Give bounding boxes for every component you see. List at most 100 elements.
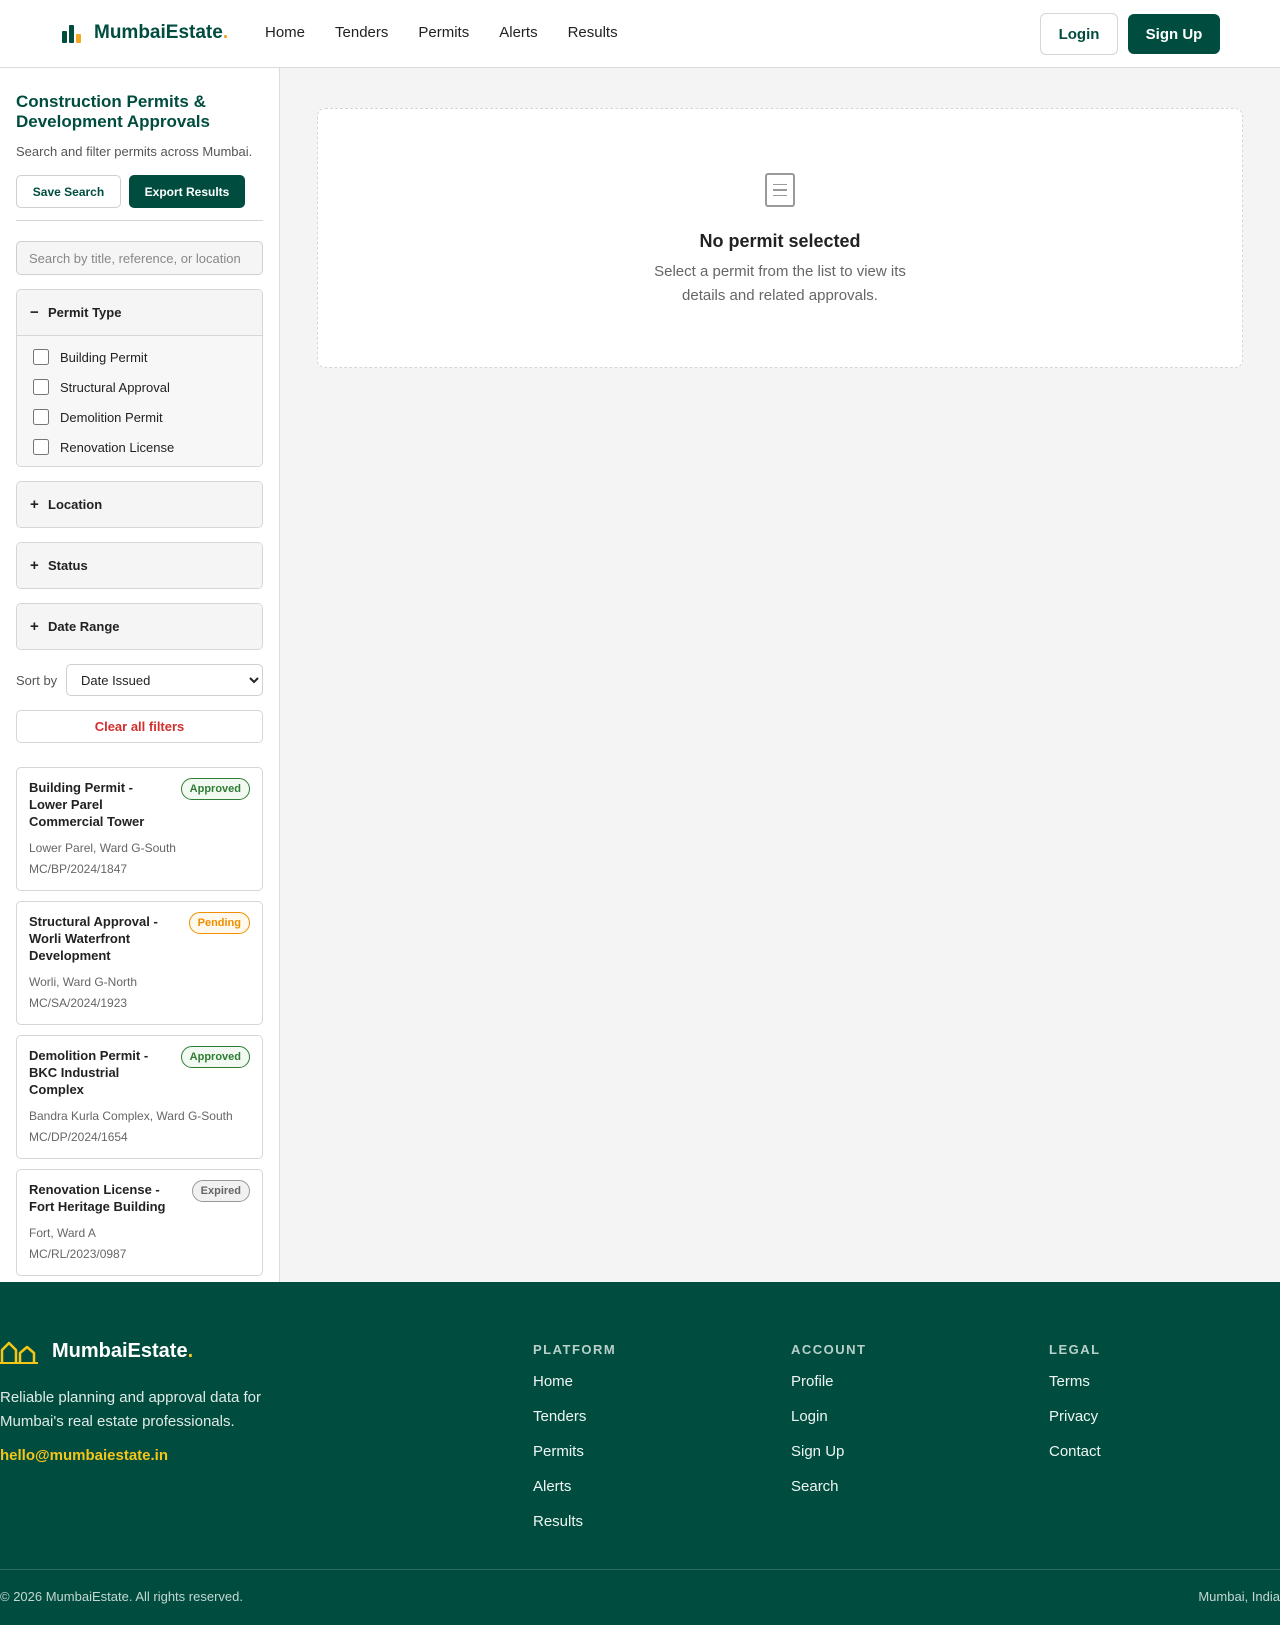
footer-brand: MumbaiEstate. [0,1338,193,1364]
permit-title: Demolition Permit - BKC Industrial Compl… [29,1048,149,1097]
save-search-button[interactable]: Save Search [16,175,121,208]
document-icon [765,173,795,207]
permit-location: Lower Parel, Ward G-South [29,841,176,855]
main-nav: Home Tenders Permits Alerts Results [265,24,648,41]
nav-results[interactable]: Results [568,24,618,41]
footer-link-alerts[interactable]: Alerts [533,1478,616,1513]
top-header: MumbaiEstate. Home Tenders Permits Alert… [0,0,1280,68]
permit-reference: MC/SA/2024/1923 [29,996,128,1010]
permit-search-input[interactable] [16,241,263,275]
logo-text: MumbaiEstate. [94,22,229,43]
filter-permit-type-options: Building Permit Structural Approval Demo… [17,335,262,466]
signup-button[interactable]: Sign Up [1128,14,1220,54]
checkbox[interactable] [33,439,49,455]
nav-home[interactable]: Home [265,24,305,41]
permit-detail-area: No permit selected Select a permit from … [280,68,1280,1282]
footer-link-privacy[interactable]: Privacy [1049,1408,1101,1443]
footer-col-account: ACCOUNT Profile Login Sign Up Search [791,1342,867,1513]
permit-location: Bandra Kurla Complex, Ward G-South [29,1109,233,1123]
filter-date-range-toggle[interactable]: + Date Range [17,604,262,649]
bar-chart-icon [62,23,81,43]
empty-state-text: Select a permit from the list to view it… [654,263,906,304]
filter-label: Date Range [48,619,120,634]
clear-filters-button[interactable]: Clear all filters [16,710,263,743]
nav-permits[interactable]: Permits [418,24,469,41]
permit-reference: MC/DP/2024/1654 [29,1130,128,1144]
site-footer: MumbaiEstate. Reliable planning and appr… [0,1282,1280,1625]
sidebar-title: Construction Permits & Development Appro… [16,92,210,131]
footer-link-contact[interactable]: Contact [1049,1443,1101,1478]
footer-link-home[interactable]: Home [533,1373,616,1408]
sort-label: Sort by [16,672,58,688]
option-building-permit[interactable]: Building Permit [33,342,246,372]
footer-divider [0,1569,1280,1570]
option-structural-approval[interactable]: Structural Approval [33,372,246,402]
nav-tenders[interactable]: Tenders [335,24,388,41]
checkbox[interactable] [33,409,49,425]
filter-sidebar: Construction Permits & Development Appro… [0,68,280,1282]
footer-heading: PLATFORM [533,1342,617,1357]
empty-state-panel: No permit selected Select a permit from … [317,108,1243,368]
permit-title: Structural Approval - Worli Waterfront D… [29,914,158,963]
option-demolition-permit[interactable]: Demolition Permit [33,402,246,432]
sort-select[interactable]: Date Issued [66,664,263,696]
permit-card[interactable]: Structural Approval - Worli Waterfront D… [16,901,263,1025]
filter-status-toggle[interactable]: + Status [17,543,262,588]
filter-date-range: + Date Range [16,603,263,650]
permit-card[interactable]: Building Permit - Lower Parel Commercial… [16,767,263,891]
filter-status: + Status [16,542,263,589]
filter-location: + Location [16,481,263,528]
sidebar-actions: Save Search Export Results [16,175,263,221]
brand-logo[interactable]: MumbaiEstate. [62,22,228,44]
permit-meta: Worli, Ward G-North MC/SA/2024/1923 [29,972,250,1014]
footer-link-permits[interactable]: Permits [533,1443,616,1478]
expand-icon: + [30,557,39,574]
checkbox[interactable] [33,349,49,365]
footer-link-search[interactable]: Search [791,1478,867,1513]
checkbox[interactable] [33,379,49,395]
footer-link-results[interactable]: Results [533,1513,616,1548]
footer-col-platform: PLATFORM Home Tenders Permits Alerts Res… [533,1342,616,1548]
export-results-button[interactable]: Export Results [129,175,245,208]
status-badge: Pending [188,912,250,934]
sidebar-subtitle: Search and filter permits across Mumbai. [16,144,253,159]
footer-col-legal: LEGAL Terms Privacy Contact [1049,1342,1101,1478]
page-layout: Construction Permits & Development Appro… [0,68,1280,1282]
footer-link-profile[interactable]: Profile [791,1373,867,1408]
permit-reference: MC/RL/2023/0987 [29,1247,127,1261]
filter-permit-type: − Permit Type Building Permit Structural… [16,289,263,467]
status-badge: Approved [180,778,250,800]
footer-link-tenders[interactable]: Tenders [533,1408,616,1443]
filter-location-toggle[interactable]: + Location [17,482,262,527]
empty-state-title: No permit selected [699,231,861,251]
status-badge: Approved [180,1046,250,1068]
permit-meta: Fort, Ward A MC/RL/2023/0987 [29,1223,250,1265]
permit-meta: Bandra Kurla Complex, Ward G-South MC/DP… [29,1106,250,1148]
permit-reference: MC/BP/2024/1847 [29,862,128,876]
permit-location: Fort, Ward A [29,1226,96,1240]
footer-location: Mumbai, India [1198,1589,1280,1604]
footer-brand-name: MumbaiEstate. [52,1339,194,1362]
permit-card[interactable]: Renovation License - Fort Heritage Build… [16,1169,263,1276]
nav-alerts[interactable]: Alerts [499,24,537,41]
option-renovation-license[interactable]: Renovation License [33,432,246,462]
filter-label: Status [48,558,88,573]
collapse-icon: − [30,304,39,321]
footer-link-login[interactable]: Login [791,1408,867,1443]
filter-label: Location [48,497,103,512]
footer-link-signup[interactable]: Sign Up [791,1443,867,1478]
footer-heading: ACCOUNT [791,1342,867,1357]
footer-copyright: © 2026 MumbaiEstate. All rights reserved… [0,1589,243,1604]
permit-meta: Lower Parel, Ward G-South MC/BP/2024/184… [29,838,250,880]
login-button[interactable]: Login [1040,13,1118,55]
permit-title: Renovation License - Fort Heritage Build… [29,1182,166,1214]
filter-label: Permit Type [48,305,122,320]
sort-row: Sort by Date Issued [16,664,263,696]
expand-icon: + [30,618,39,635]
filter-permit-type-toggle[interactable]: − Permit Type [17,290,262,335]
expand-icon: + [30,496,39,513]
footer-email-link[interactable]: hello@mumbaiestate.in [0,1447,168,1464]
houses-icon [0,1341,38,1364]
permit-card[interactable]: Demolition Permit - BKC Industrial Compl… [16,1035,263,1159]
footer-link-terms[interactable]: Terms [1049,1373,1101,1408]
